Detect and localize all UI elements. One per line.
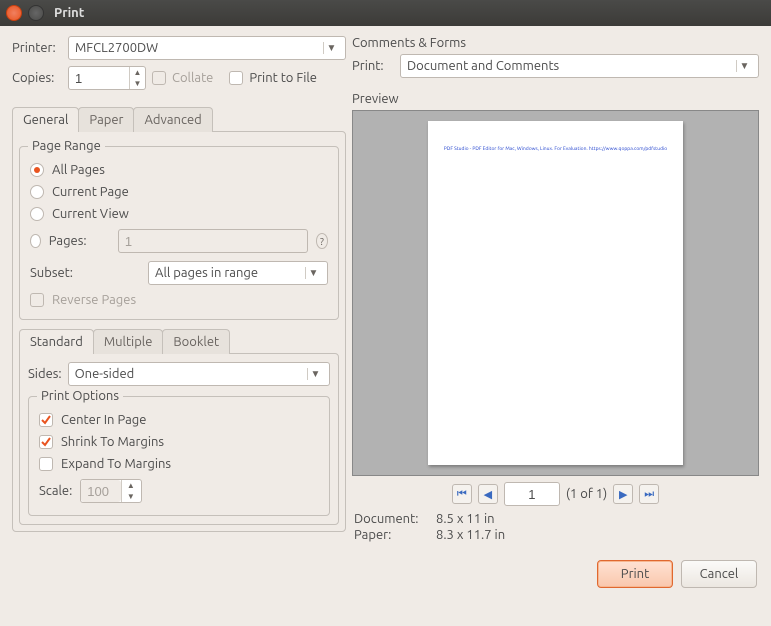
- print-to-file-checkbox[interactable]: [229, 71, 243, 85]
- print-button[interactable]: Print: [597, 560, 673, 588]
- layout-tabs: Standard Multiple Booklet: [19, 328, 339, 353]
- scale-value: [81, 480, 121, 502]
- cancel-button[interactable]: Cancel: [681, 560, 757, 588]
- close-icon[interactable]: [6, 5, 22, 21]
- radio-current-view[interactable]: [30, 207, 44, 221]
- pages-label: Pages:: [49, 234, 110, 248]
- center-in-page-label: Center In Page: [61, 413, 146, 427]
- paper-size-value: 8.3 x 11.7 in: [436, 528, 757, 542]
- copies-stepper[interactable]: ▲▼: [68, 66, 146, 90]
- radio-current-page[interactable]: [30, 185, 44, 199]
- shrink-to-margins-checkbox[interactable]: [39, 435, 53, 449]
- comments-print-select[interactable]: Document and Comments ▼: [400, 54, 759, 78]
- preview-nav: ⏮ ◀ (1 of 1) ▶ ⏭: [352, 482, 759, 506]
- tab-general[interactable]: General: [12, 107, 79, 132]
- window-title: Print: [54, 6, 84, 20]
- tab-multiple[interactable]: Multiple: [93, 329, 164, 354]
- printer-value: MFCL2700DW: [75, 41, 158, 55]
- next-page-icon[interactable]: ▶: [613, 484, 633, 504]
- expand-to-margins-label: Expand To Margins: [61, 457, 171, 471]
- document-size-value: 8.5 x 11 in: [436, 512, 757, 526]
- minimize-icon[interactable]: [28, 5, 44, 21]
- paper-size-label: Paper:: [354, 528, 434, 542]
- scale-label: Scale:: [39, 484, 72, 498]
- settings-tabs: General Paper Advanced: [12, 106, 346, 131]
- preview-page: PDF Studio - PDF Editor for Mac, Windows…: [428, 121, 683, 465]
- stepper-up-icon: ▲: [122, 480, 139, 491]
- help-icon[interactable]: ?: [316, 233, 328, 249]
- page-of-label: (1 of 1): [566, 487, 607, 501]
- stepper-up-icon[interactable]: ▲: [130, 67, 145, 78]
- first-page-icon[interactable]: ⏮: [452, 484, 472, 504]
- preview-header: Preview: [352, 92, 759, 106]
- comments-print-label: Print:: [352, 59, 394, 73]
- current-page-label: Current Page: [52, 185, 129, 199]
- tab-booklet[interactable]: Booklet: [162, 329, 230, 354]
- printer-label: Printer:: [12, 41, 62, 55]
- stepper-down-icon: ▼: [122, 491, 139, 502]
- printer-select[interactable]: MFCL2700DW ▼: [68, 36, 346, 60]
- subset-value: All pages in range: [155, 266, 258, 280]
- sides-label: Sides:: [28, 367, 62, 381]
- tab-advanced[interactable]: Advanced: [133, 107, 212, 132]
- subset-select[interactable]: All pages in range ▼: [148, 261, 328, 285]
- expand-to-margins-checkbox[interactable]: [39, 457, 53, 471]
- last-page-icon[interactable]: ⏭: [639, 484, 659, 504]
- radio-pages[interactable]: [30, 234, 41, 248]
- chevron-down-icon: ▼: [323, 42, 339, 54]
- preview-area: PDF Studio - PDF Editor for Mac, Windows…: [352, 110, 759, 476]
- all-pages-label: All Pages: [52, 163, 105, 177]
- sides-select[interactable]: One-sided ▼: [68, 362, 330, 386]
- sides-value: One-sided: [75, 367, 135, 381]
- scale-stepper: ▲▼: [80, 479, 142, 503]
- chevron-down-icon: ▼: [736, 60, 752, 72]
- comments-forms-header: Comments & Forms: [352, 36, 759, 50]
- reverse-pages-label: Reverse Pages: [52, 293, 136, 307]
- tab-general-pane: Page Range All Pages Current Page Cur: [12, 131, 346, 532]
- comments-print-value: Document and Comments: [407, 59, 559, 73]
- tab-paper[interactable]: Paper: [78, 107, 134, 132]
- current-view-label: Current View: [52, 207, 129, 221]
- copies-value[interactable]: [69, 67, 129, 89]
- radio-all-pages[interactable]: [30, 163, 44, 177]
- paper-info: Document:8.5 x 11 in Paper:8.3 x 11.7 in: [352, 510, 759, 544]
- titlebar: Print: [0, 0, 771, 26]
- document-size-label: Document:: [354, 512, 434, 526]
- prev-page-icon[interactable]: ◀: [478, 484, 498, 504]
- collate-checkbox: [152, 71, 166, 85]
- page-range-legend: Page Range: [28, 139, 105, 153]
- tab-standard-pane: Sides: One-sided ▼ Print Options: [19, 353, 339, 525]
- stepper-down-icon[interactable]: ▼: [130, 78, 145, 89]
- center-in-page-checkbox[interactable]: [39, 413, 53, 427]
- watermark-text: PDF Studio - PDF Editor for Mac, Windows…: [438, 145, 673, 151]
- shrink-to-margins-label: Shrink To Margins: [61, 435, 164, 449]
- tab-standard[interactable]: Standard: [19, 329, 94, 354]
- collate-label: Collate: [172, 71, 213, 85]
- chevron-down-icon: ▼: [307, 368, 323, 380]
- print-options-legend: Print Options: [37, 389, 123, 403]
- subset-label: Subset:: [30, 266, 140, 280]
- reverse-pages-checkbox: [30, 293, 44, 307]
- print-to-file-label: Print to File: [249, 71, 317, 85]
- page-number-input[interactable]: [504, 482, 560, 506]
- pages-input: [118, 229, 308, 253]
- copies-label: Copies:: [12, 71, 62, 85]
- chevron-down-icon: ▼: [305, 267, 321, 279]
